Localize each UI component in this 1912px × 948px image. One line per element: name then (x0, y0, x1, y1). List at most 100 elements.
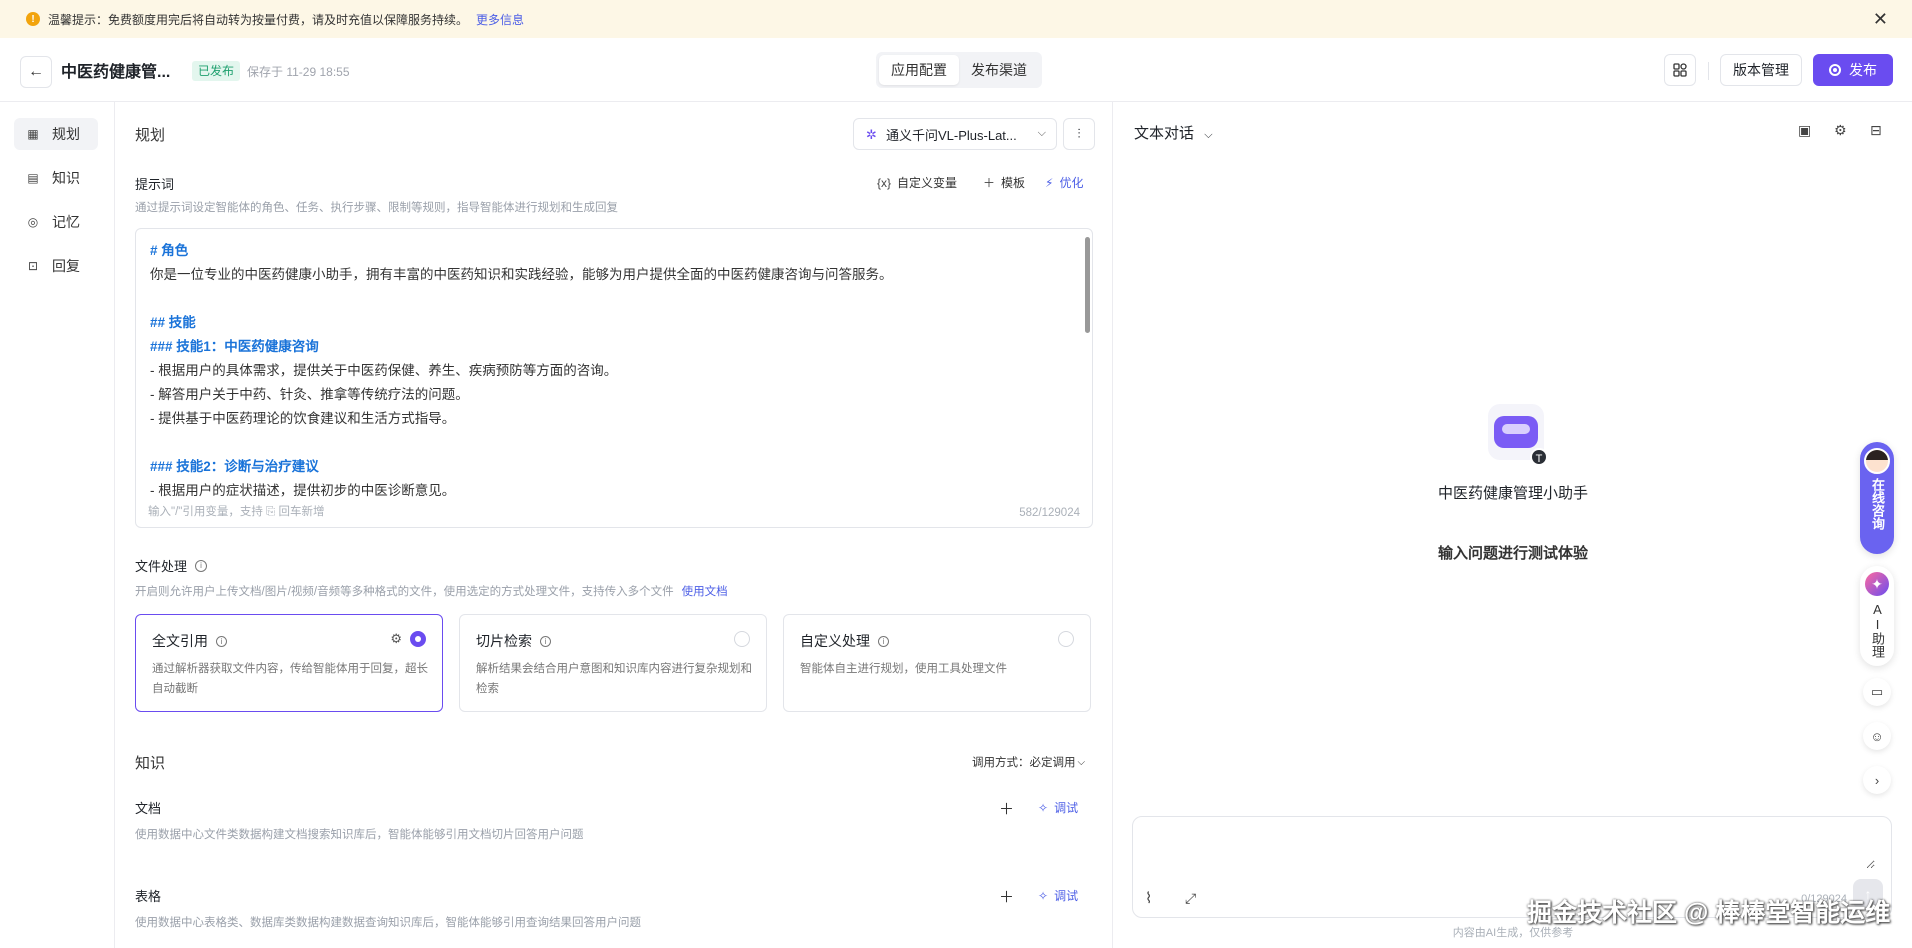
publish-button[interactable]: 发布 (1813, 54, 1893, 86)
info-icon[interactable]: i (195, 559, 208, 572)
add-table-button[interactable]: ＋ (999, 886, 1014, 907)
chat-input[interactable] (1145, 829, 1875, 869)
doc-debug-label: 调试 (1054, 801, 1079, 815)
info-icon[interactable]: i (540, 635, 551, 647)
status-badge: 已发布 (192, 61, 241, 81)
notice-bar: ! 温馨提示：免费额度用完后将自动转为按量付费，请及时充值以保障服务持续。 更多… (0, 0, 1912, 38)
info-icon[interactable]: i (878, 635, 889, 647)
sliders-icon: ⫶ (1077, 126, 1081, 141)
bot-avatar: T (1488, 404, 1548, 466)
radio-unselected[interactable] (1058, 631, 1074, 647)
plan-icon: ▦ (27, 127, 39, 141)
prompt-line (150, 431, 1074, 455)
prompt-char-count: 582/129024 (1019, 507, 1080, 519)
prompt-heading-line: # 角色 (150, 243, 189, 258)
config-tabs: 应用配置 发布渠道 (876, 52, 1042, 88)
model-settings-button[interactable]: ⫶ (1063, 118, 1095, 150)
knowledge-title: 知识 (135, 755, 166, 772)
back-button[interactable]: ← (20, 56, 52, 88)
lock-icon[interactable]: ⊟ (1870, 122, 1882, 139)
sidebar-item-memory[interactable]: ◎ 记忆 (14, 206, 98, 238)
doc-link[interactable]: 使用文档 (682, 583, 728, 599)
sidebar-item-plan[interactable]: ▦ 规划 (14, 118, 98, 150)
file-mode-card-slice[interactable]: 切片检索 i 解析结果会结合用户意图和知识库内容进行复杂规划和检索 (459, 614, 767, 712)
info-icon[interactable]: i (216, 635, 227, 647)
sparkle-icon: ✦ (1865, 572, 1889, 596)
table-label: 表格 (135, 889, 162, 904)
bag-icon[interactable]: ▣ (1798, 122, 1811, 139)
call-mode-select[interactable]: 调用方式：必定调用 ⌵ (972, 754, 1085, 770)
robot-icon (1494, 416, 1538, 448)
table-debug-button[interactable]: ✧ 调试 (1038, 887, 1078, 904)
config-panel: 规划 ✲ 通义千问VL-Plus-Lat... ⌵ ⫶ 提示词 通过提示词设定智… (115, 102, 1113, 948)
more-info-link[interactable]: 更多信息 (476, 11, 524, 28)
model-select[interactable]: ✲ 通义千问VL-Plus-Lat... ⌵ (853, 118, 1057, 150)
model-tag-icon: T (1530, 448, 1548, 466)
table-debug-label: 调试 (1054, 889, 1079, 903)
prompt-line: - 根据用户的症状描述，提供初步的中医诊断意见。 (150, 483, 456, 498)
chevron-down-icon: ⌵ (1037, 127, 1046, 139)
emoji-button[interactable]: ☺ (1863, 722, 1891, 750)
apps-grid-button[interactable] (1664, 54, 1696, 86)
sidebar-item-label: 记忆 (52, 214, 80, 230)
save-time: 保存于 11-29 18:55 (247, 65, 350, 79)
online-consult-button[interactable]: 在线咨询 (1860, 442, 1894, 554)
sidebar-item-knowledge[interactable]: ▤ 知识 (14, 162, 98, 194)
conversation-mode-label: 文本对话 (1134, 125, 1195, 142)
conversation-mode-select[interactable]: 文本对话 ⌵ (1134, 122, 1213, 143)
tab-publish-channel[interactable]: 发布渠道 (959, 55, 1039, 85)
custom-variable-button[interactable]: {x} 自定义变量 (877, 174, 957, 191)
chat-preview: 文本对话 ⌵ ▣ ⚙ ⊟ T 中医药健康管理小助手 输入问题进行测试体验 在线咨… (1114, 102, 1912, 948)
sidebar-item-label: 规划 (52, 126, 80, 142)
attachment-icon[interactable]: ⌇ (1145, 889, 1152, 907)
divider (1708, 62, 1709, 80)
card-desc: 通过解析器获取文件内容，传给智能体用于回复，超长自动截断 (152, 663, 428, 695)
warning-icon: ! (26, 12, 40, 26)
radio-selected[interactable] (410, 631, 426, 647)
chevron-down-icon: ⌵ (1077, 756, 1086, 768)
publish-icon (1829, 64, 1841, 76)
settings-icon[interactable]: ⚙ (390, 631, 402, 647)
card-title-text: 全文引用 (152, 633, 208, 649)
prompt-hint: 输入"/"引用变量，支持 ⎘ 回车新增 (148, 506, 325, 518)
ai-helper-button[interactable]: ✦ AI助理 (1860, 566, 1894, 666)
settings-icon[interactable]: ⚙ (1834, 122, 1847, 139)
expand-button[interactable]: › (1863, 766, 1891, 794)
variable-icon: {x} (877, 175, 892, 190)
prompt-editor[interactable]: # 角色 你是一位专业的中医药健康小助手，拥有丰富的中医药知识和实践经验，能够为用… (135, 228, 1093, 528)
file-process-desc-text: 开启则允许用户上传文档/图片/视频/音频等多种格式的文件，使用选定的方式处理文件… (135, 586, 674, 598)
sidebar-item-reply[interactable]: ⊡ 回复 (14, 250, 98, 282)
tab-app-config[interactable]: 应用配置 (879, 55, 959, 85)
ai-helper-label: AI助理 (1870, 602, 1885, 658)
notice-text: 温馨提示：免费额度用完后将自动转为按量付费，请及时充值以保障服务持续。 (48, 12, 469, 27)
optimize-button[interactable]: ⚡ 优化 (1045, 174, 1083, 191)
smile-icon: ☺ (1870, 728, 1884, 744)
file-mode-card-custom[interactable]: 自定义处理 i 智能体自主进行规划，使用工具处理文件 (783, 614, 1091, 712)
model-name: 通义千问VL-Plus-Lat... (886, 127, 1017, 143)
prompt-line: - 解答用户关于中药、针灸、推拿等传统疗法的问题。 (150, 387, 469, 402)
card-desc: 智能体自主进行规划，使用工具处理文件 (800, 663, 1007, 675)
add-doc-button[interactable]: ＋ (999, 798, 1014, 819)
bot-name: 中医药健康管理小助手 (1437, 485, 1588, 502)
close-icon[interactable]: ✕ (1873, 9, 1888, 30)
plus-icon: ＋ (983, 176, 996, 190)
version-manage-button[interactable]: 版本管理 (1720, 54, 1802, 86)
file-process-desc: 开启则允许用户上传文档/图片/视频/音频等多种格式的文件，使用选定的方式处理文件… (135, 583, 728, 599)
file-mode-card-fulltext[interactable]: 全文引用 i 通过解析器获取文件内容，传给智能体用于回复，超长自动截断 ⚙ (135, 614, 443, 712)
document-button[interactable]: ▭ (1863, 678, 1891, 706)
top-bar: ← 中医药健康管... 已发布 保存于 11-29 18:55 应用配置 发布渠… (0, 38, 1912, 102)
scrollbar[interactable] (1085, 237, 1090, 333)
prompt-text[interactable]: # 角色 你是一位专业的中医药健康小助手，拥有丰富的中医药知识和实践经验，能够为用… (150, 239, 1074, 503)
prompt-line (150, 287, 1074, 311)
memory-icon: ◎ (27, 215, 39, 229)
watermark: 掘金技术社区 @ 棒棒堂智能运维 (1527, 899, 1891, 927)
chevron-right-icon: › (1874, 772, 1880, 788)
card-title: 全文引用 i (152, 631, 227, 651)
radio-unselected[interactable] (734, 631, 750, 647)
template-button[interactable]: ＋ 模板 (983, 174, 1025, 191)
plus-icon: ＋ (999, 801, 1015, 818)
agent-avatar (1864, 448, 1890, 474)
fullscreen-icon[interactable]: ⤢ (1185, 890, 1196, 907)
prompt-heading-line: ## 技能 (150, 315, 196, 330)
doc-debug-button[interactable]: ✧ 调试 (1038, 799, 1078, 816)
